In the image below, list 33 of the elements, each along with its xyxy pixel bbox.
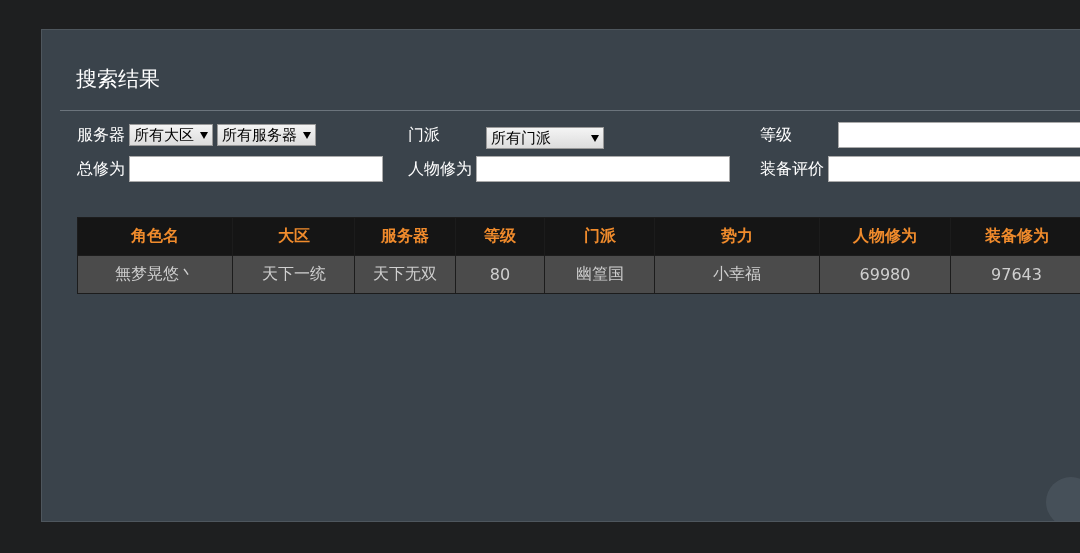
field-label: 服务器 [77, 124, 125, 146]
field-label: 等级 [760, 124, 793, 146]
caret-icon [591, 134, 599, 142]
column-header: 人物修为 [819, 217, 951, 256]
column-header: 装备修为 [950, 217, 1080, 256]
table-cell: 無梦晃悠丶 [77, 255, 233, 294]
field-label: 门派 [408, 124, 441, 146]
table-cell: 天下一统 [232, 255, 355, 294]
input-field[interactable] [129, 156, 383, 182]
column-header: 门派 [544, 217, 655, 256]
column-header: 势力 [654, 217, 820, 256]
table-cell: 69980 [819, 255, 951, 294]
table-cell: 天下无双 [354, 255, 456, 294]
caret-icon [303, 131, 311, 139]
field-label: 装备评价 [760, 158, 824, 180]
caret-icon [200, 131, 208, 139]
table-cell: 小幸福 [654, 255, 820, 294]
field-label: 人物修为 [408, 158, 472, 180]
field-label: 总修为 [77, 158, 125, 180]
panel-title: 搜索结果 [76, 66, 160, 93]
dropdown[interactable]: 所有门派 [486, 127, 604, 149]
input-field[interactable] [828, 156, 1080, 182]
dropdown[interactable]: 所有服务器 [217, 124, 316, 146]
table-cell: 97643 [950, 255, 1080, 294]
column-header: 服务器 [354, 217, 456, 256]
column-header: 等级 [455, 217, 545, 256]
dropdown[interactable]: 所有大区 [129, 124, 213, 146]
column-header: 大区 [232, 217, 355, 256]
input-field[interactable] [838, 122, 1080, 148]
input-field[interactable] [476, 156, 730, 182]
table-cell: 80 [455, 255, 545, 294]
table-cell: 幽篁国 [544, 255, 655, 294]
column-header: 角色名 [77, 217, 233, 256]
